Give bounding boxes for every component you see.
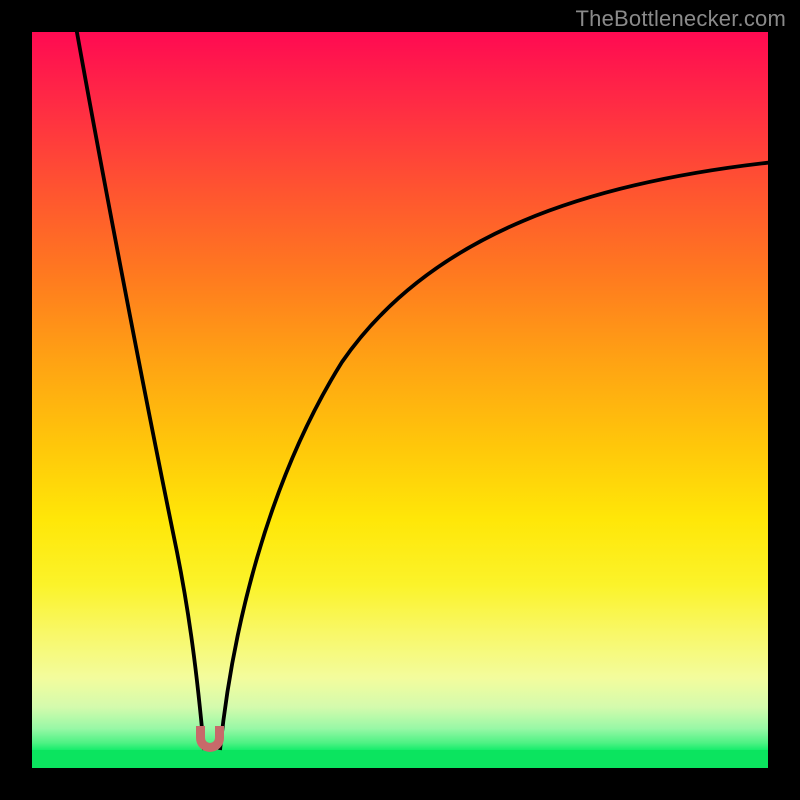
curves-svg [32,32,768,768]
attribution-text: TheBottlenecker.com [576,6,786,32]
curve-left-branch [76,32,204,750]
plot-frame [32,32,768,768]
curve-right-branch [220,162,768,750]
